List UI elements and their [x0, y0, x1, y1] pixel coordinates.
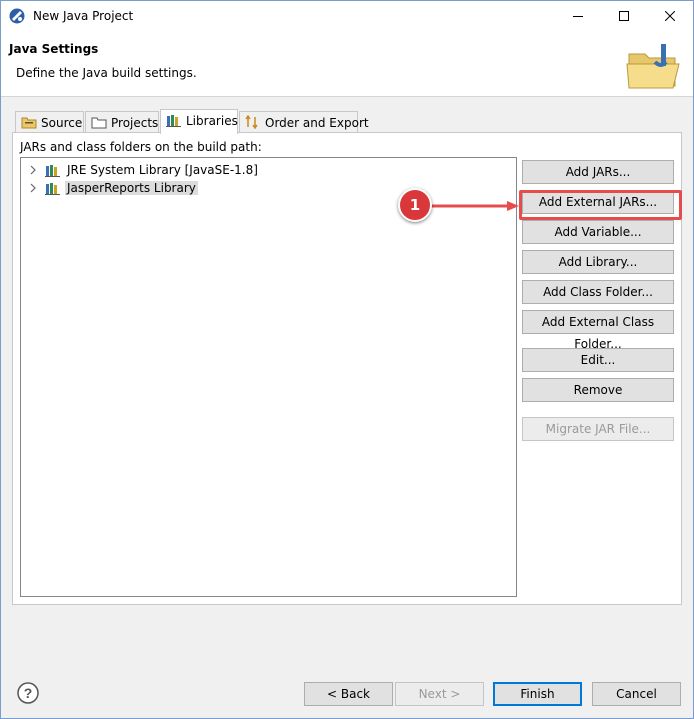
- svg-text:?: ?: [24, 685, 33, 701]
- next-button[interactable]: Next >: [395, 682, 484, 706]
- close-button[interactable]: [647, 1, 693, 32]
- close-icon: [665, 11, 675, 21]
- wizard-header: Java Settings Define the Java build sett…: [1, 32, 693, 97]
- tab-source-label: Source: [41, 116, 83, 130]
- tab-order-export-label: Order and Export: [265, 116, 369, 130]
- annotation-arrow: [429, 201, 519, 211]
- page-title: Java Settings: [9, 42, 99, 56]
- tree-item-label: JasperReports Library: [65, 181, 198, 195]
- edit-button[interactable]: Edit...: [522, 348, 674, 372]
- remove-button[interactable]: Remove: [522, 378, 674, 402]
- library-tree[interactable]: JRE System Library [JavaSE-1.8] JasperRe…: [20, 157, 517, 597]
- chevron-right-icon[interactable]: [30, 183, 36, 193]
- tab-libraries-label: Libraries: [186, 114, 238, 128]
- maximize-button[interactable]: [601, 1, 647, 32]
- chevron-right-icon[interactable]: [30, 165, 36, 175]
- minimize-button[interactable]: [555, 1, 601, 32]
- minimize-icon: [573, 16, 583, 17]
- back-button[interactable]: < Back: [304, 682, 393, 706]
- libraries-icon: [166, 115, 181, 127]
- library-icon: [45, 183, 60, 195]
- order-export-icon: [245, 115, 258, 129]
- window-title: New Java Project: [33, 9, 134, 23]
- tab-projects[interactable]: Projects: [85, 111, 159, 132]
- projects-folder-icon: [91, 117, 107, 129]
- library-icon: [45, 165, 60, 177]
- tree-item-jasperreports-library[interactable]: JasperReports Library: [21, 179, 321, 197]
- build-path-label: JARs and class folders on the build path…: [20, 140, 262, 154]
- java-project-folder-icon: [626, 44, 680, 89]
- source-folder-icon: [21, 117, 37, 129]
- add-variable-button[interactable]: Add Variable...: [522, 220, 674, 244]
- title-bar: New Java Project: [1, 1, 693, 32]
- cancel-button[interactable]: Cancel: [592, 682, 681, 706]
- new-java-project-dialog: New Java Project Java Settings Define th…: [0, 0, 694, 719]
- add-jars-button[interactable]: Add JARs...: [522, 160, 674, 184]
- add-library-button[interactable]: Add Library...: [522, 250, 674, 274]
- tab-order-export[interactable]: Order and Export: [239, 111, 369, 132]
- tab-source[interactable]: Source: [15, 111, 84, 132]
- help-icon[interactable]: ?: [17, 682, 39, 704]
- annotation-step-badge: 1: [398, 188, 432, 222]
- add-external-class-folder-button[interactable]: Add External Class Folder...: [522, 310, 674, 351]
- tab-libraries[interactable]: Libraries: [160, 109, 238, 134]
- add-class-folder-button[interactable]: Add Class Folder...: [522, 280, 674, 304]
- eclipse-app-icon: [9, 8, 25, 24]
- tree-item-label: JRE System Library [JavaSE-1.8]: [67, 163, 258, 177]
- finish-button[interactable]: Finish: [493, 682, 582, 706]
- tree-item-jre-system-library[interactable]: JRE System Library [JavaSE-1.8]: [21, 161, 321, 179]
- page-description: Define the Java build settings.: [16, 66, 197, 80]
- annotation-highlight-box: [519, 190, 682, 220]
- maximize-icon: [619, 11, 629, 21]
- tab-projects-label: Projects: [111, 116, 159, 130]
- migrate-jar-button[interactable]: Migrate JAR File...: [522, 417, 674, 441]
